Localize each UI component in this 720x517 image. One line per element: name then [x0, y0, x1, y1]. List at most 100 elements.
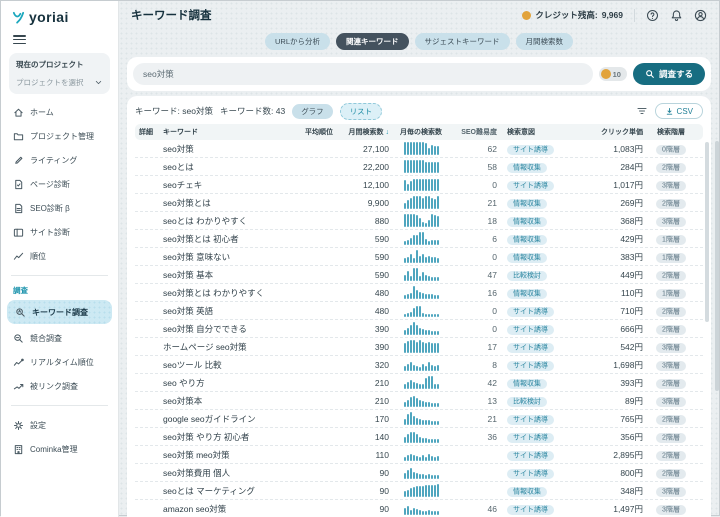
window-scrollbar[interactable]: [715, 141, 719, 391]
intent-cell: 比較検討: [497, 269, 569, 280]
spark-bar: [431, 365, 433, 371]
difficulty-cell: 0: [453, 180, 497, 190]
spark-bar: [407, 455, 409, 461]
cpc-cell: 393円: [569, 377, 643, 389]
difficulty-cell: 13: [453, 396, 497, 406]
tab-2[interactable]: サジェストキーワード: [415, 33, 510, 50]
spark-bar: [431, 198, 433, 209]
spark-bar: [422, 313, 424, 317]
spark-bar: [404, 241, 406, 245]
current-project-label: 現在のプロジェクト: [16, 59, 103, 70]
sidebar-item[interactable]: サイト診断: [1, 220, 118, 244]
search-button[interactable]: 調査する: [633, 63, 705, 85]
sidebar-item[interactable]: 被リンク調査: [1, 374, 118, 398]
spark-bar: [437, 196, 439, 209]
monthly-bars-sparkline: [389, 448, 453, 461]
view-toggle-list[interactable]: リスト: [340, 103, 383, 120]
spark-bar: [437, 421, 439, 425]
intent-badge: 情報収集: [507, 199, 547, 209]
table-row[interactable]: seoとは マーケティング90情報収集348円3階層: [135, 482, 703, 500]
sidebar-item[interactable]: キーワード調査: [7, 300, 112, 324]
layer-cell: 2階層: [643, 377, 699, 388]
sidebar-item[interactable]: ページ診断: [1, 172, 118, 196]
sidebar-item[interactable]: ホーム: [1, 100, 118, 124]
intent-badge: 情報収集: [507, 235, 547, 245]
table-row[interactable]: seo対策 自分でできる3900サイト誘導666円2階層: [135, 320, 703, 338]
table-scrollbar[interactable]: [705, 142, 709, 322]
table-row[interactable]: seoチェキ12,1000サイト誘導1,017円3階層: [135, 176, 703, 194]
cpc-cell: 1,017円: [569, 179, 643, 191]
spark-bar: [434, 215, 436, 227]
account-icon[interactable]: [694, 9, 707, 22]
table-row[interactable]: seoとは わかりやすく88018情報収集368円3階層: [135, 212, 703, 230]
layer-cell: 2階層: [643, 431, 699, 442]
bell-icon[interactable]: [670, 9, 683, 22]
spark-bar: [419, 384, 421, 389]
project-select[interactable]: プロジェクトを選択: [16, 77, 103, 88]
spark-bar: [425, 179, 427, 191]
spark-bar: [437, 314, 439, 317]
table-row[interactable]: seo やり方21042情報収集393円2階層: [135, 374, 703, 392]
sidebar-item[interactable]: SEO診断 β: [1, 196, 118, 220]
topbar: キーワード調査 クレジット残高: 9,969: [119, 1, 719, 29]
spark-bar: [425, 143, 427, 155]
tab-3[interactable]: 月間検索数: [516, 33, 574, 50]
tab-1[interactable]: 関連キーワード: [336, 33, 409, 50]
sidebar-bottom-menu: 設定Cominka管理: [1, 413, 118, 461]
table-row[interactable]: ホームページ seo対策39017サイト誘導542円3階層: [135, 338, 703, 356]
sidebar-item-label: 被リンク調査: [30, 381, 78, 392]
current-project-card: 現在のプロジェクト プロジェクトを選択: [9, 53, 110, 94]
sidebar-item[interactable]: プロジェクト管理: [1, 124, 118, 148]
table-row[interactable]: seo対策とは 初心者5906情報収集429円1階層: [135, 230, 703, 248]
volume-cell: 27,100: [333, 144, 389, 154]
help-icon[interactable]: [646, 9, 659, 22]
sidebar-item[interactable]: 設定: [1, 413, 118, 437]
cpc-cell: 110円: [569, 287, 643, 299]
monthly-bars-sparkline: [389, 376, 453, 389]
table-row[interactable]: seo対策 基本59047比較検討449円2階層: [135, 266, 703, 284]
table-row[interactable]: seo対策27,10062サイト誘導1,083円0階層: [135, 140, 703, 158]
sidebar-item[interactable]: Cominka管理: [1, 437, 118, 461]
table-row[interactable]: seo対策とは わかりやすく48016情報収集110円1階層: [135, 284, 703, 302]
table-row[interactable]: seoツール 比較3208サイト誘導1,698円3階層: [135, 356, 703, 374]
sidebar-item[interactable]: 順位: [1, 244, 118, 268]
table-row[interactable]: seo対策本21013比較検討89円3階層: [135, 392, 703, 410]
coin-icon: [522, 11, 531, 20]
sidebar-item[interactable]: リアルタイム順位: [1, 350, 118, 374]
view-toggle-graph[interactable]: グラフ: [292, 104, 333, 119]
difficulty-cell: 6: [453, 234, 497, 244]
spark-bar: [419, 367, 421, 371]
table-row[interactable]: seo対策 意味ない5900情報収集383円1階層: [135, 248, 703, 266]
table-row[interactable]: amazon seo対策9046サイト誘導1,497円3階層: [135, 500, 703, 517]
keyword-search-input[interactable]: [133, 63, 593, 85]
filter-icon[interactable]: [636, 105, 648, 117]
table-row[interactable]: seo対策 やり方 初心者14036サイト誘導356円2階層: [135, 428, 703, 446]
spark-bar: [425, 162, 427, 173]
table-row[interactable]: seo対策 英語4800サイト誘導710円2階層: [135, 302, 703, 320]
table-row[interactable]: seo対策 meo対策110サイト誘導2,895円2階層: [135, 446, 703, 464]
spark-bar: [419, 292, 421, 300]
spark-bar: [437, 439, 439, 443]
sidebar: yoriai 現在のプロジェクト プロジェクトを選択 ホームプロジェクト管理ライ…: [1, 1, 119, 517]
sidebar-item[interactable]: ライティング: [1, 148, 118, 172]
csv-download-button[interactable]: CSV: [655, 103, 703, 119]
keyword-cell: amazon seo対策: [163, 503, 283, 515]
table-row[interactable]: seo対策費用 個人90サイト誘導800円2階層: [135, 464, 703, 482]
table-row[interactable]: seoとは22,20058情報収集284円2階層: [135, 158, 703, 176]
spark-bar: [422, 293, 424, 299]
table-row[interactable]: seo対策とは9,90021情報収集269円2階層: [135, 194, 703, 212]
sidebar-item[interactable]: 競合調査: [1, 326, 118, 350]
brand-logo[interactable]: yoriai: [1, 1, 118, 25]
rank-chart-icon: [13, 251, 24, 262]
monthly-bars-sparkline: [389, 322, 453, 335]
cpc-cell: 269円: [569, 197, 643, 209]
hamburger-menu-icon[interactable]: [13, 35, 26, 44]
spark-bar: [416, 383, 418, 389]
sidebar-item-label: プロジェクト管理: [30, 131, 94, 142]
tab-0[interactable]: URLから分析: [265, 33, 330, 50]
spark-bar: [434, 384, 436, 389]
col-volume[interactable]: 月間検索数↓: [333, 127, 389, 137]
pencil-icon: [13, 155, 24, 166]
coin-icon: [601, 69, 611, 79]
table-row[interactable]: google seoガイドライン17021サイト誘導765円2階層: [135, 410, 703, 428]
